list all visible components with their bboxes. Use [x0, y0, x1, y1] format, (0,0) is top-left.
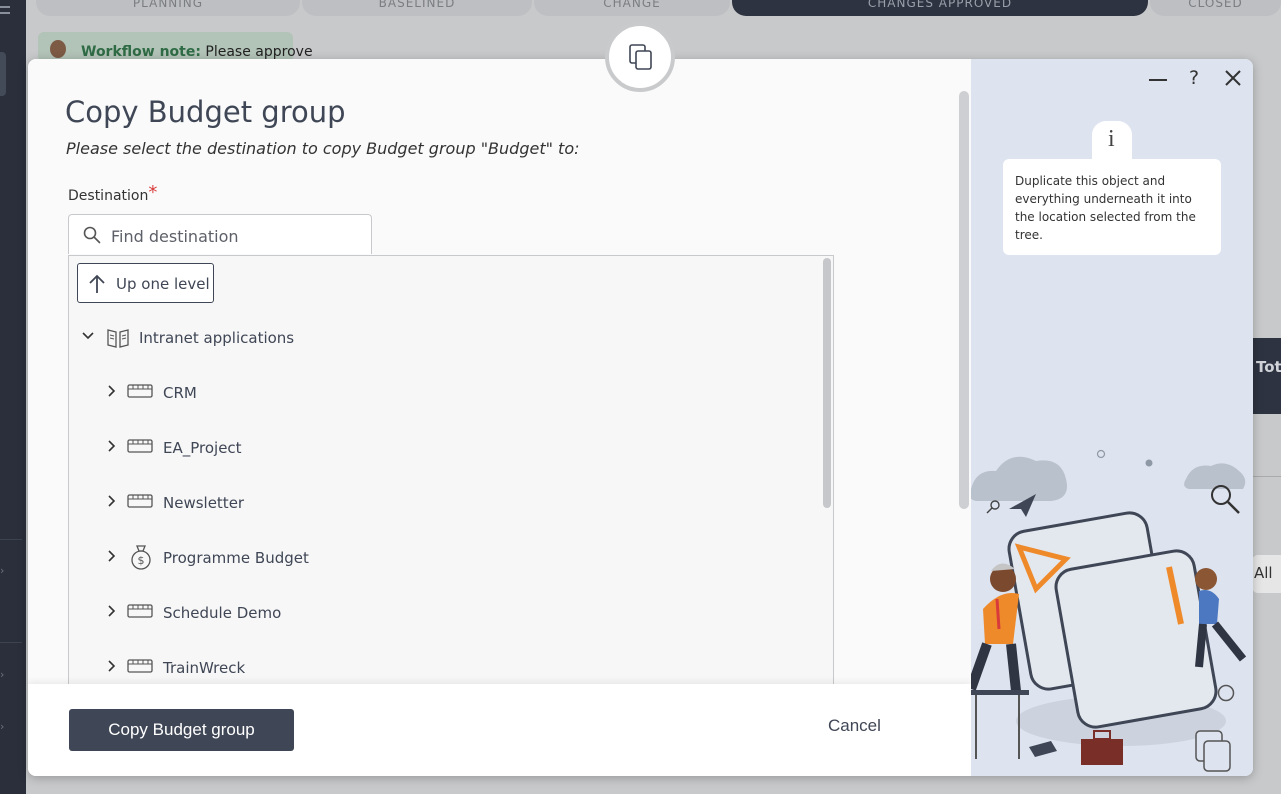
required-marker: *	[148, 182, 158, 203]
tree-scrollbar[interactable]	[823, 258, 831, 508]
dialog-footer: Copy Budget group Cancel	[28, 684, 971, 776]
tree-item-ea-project[interactable]: EA_Project	[105, 434, 505, 462]
workflow-stages: PLANNING BASELINED CHANGE CHANGES APPROV…	[36, 0, 1281, 16]
dialog-scrollbar[interactable]	[959, 91, 969, 509]
minimize-icon[interactable]	[1146, 65, 1170, 89]
stage-change[interactable]: CHANGE	[534, 0, 730, 16]
chevron-right-icon[interactable]	[105, 439, 119, 453]
copy-badge	[605, 22, 675, 92]
app-sidebar: › › ›	[0, 0, 26, 794]
tree-item-programme-budget[interactable]: $ Programme Budget	[105, 544, 505, 572]
sidebar-divider	[0, 642, 22, 643]
info-card: Duplicate this object and everything und…	[1003, 159, 1221, 255]
background-table-header: Tot	[1252, 338, 1281, 414]
search-icon	[83, 226, 101, 244]
chevron-right-icon[interactable]	[105, 384, 119, 398]
chevron-right-icon[interactable]	[105, 659, 119, 673]
help-icon[interactable]: ?	[1182, 65, 1206, 89]
application-icon	[127, 439, 153, 453]
search-input[interactable]	[109, 223, 363, 249]
svg-text:?: ?	[1189, 67, 1199, 89]
chevron-right-icon[interactable]: ›	[0, 721, 10, 732]
tree-item-intranet-applications[interactable]: Intranet applications	[81, 324, 481, 352]
tree-item-trainwreck[interactable]: TrainWreck	[105, 654, 505, 682]
hamburger-icon[interactable]	[0, 6, 10, 14]
tree-item-crm[interactable]: CRM	[105, 379, 505, 407]
money-bag-icon: $	[131, 545, 151, 570]
destination-search	[68, 214, 372, 254]
dialog-content: Copy Budget group Please select the dest…	[28, 59, 971, 776]
cancel-button[interactable]: Cancel	[828, 716, 881, 736]
sidebar-divider	[0, 539, 22, 540]
info-text: Duplicate this object and everything und…	[1015, 174, 1196, 242]
destination-label: Destination*	[68, 182, 158, 204]
copy-illustration	[971, 449, 1247, 772]
sidebar-selected-item[interactable]	[0, 52, 6, 96]
svg-text:$: $	[138, 554, 145, 567]
avatar	[50, 40, 66, 58]
copy-budget-group-button[interactable]: Copy Budget group	[69, 709, 294, 751]
chevron-right-icon[interactable]	[105, 604, 119, 618]
background-divider	[1252, 476, 1281, 477]
background-filter-button[interactable]: All	[1252, 555, 1281, 593]
application-icon	[127, 384, 153, 398]
application-icon	[127, 659, 153, 673]
up-one-level-button[interactable]: Up one level	[77, 263, 214, 303]
tree-item-newsletter[interactable]: Newsletter	[105, 489, 505, 517]
arrow-up-icon	[89, 274, 105, 293]
chevron-right-icon[interactable]	[105, 494, 119, 508]
workflow-note: Workflow note: Please approve	[38, 32, 313, 62]
tree-item-schedule-demo[interactable]: Schedule Demo	[105, 599, 505, 627]
workflow-note-label: Workflow note:	[81, 44, 201, 60]
copy-icon	[629, 44, 652, 70]
dialog-subtitle: Please select the destination to copy Bu…	[66, 139, 580, 158]
copy-dialog: Copy Budget group Please select the dest…	[28, 59, 1253, 776]
application-icon	[127, 494, 153, 508]
help-panel: ? i Duplicate this object and everything…	[971, 59, 1253, 776]
chevron-right-icon[interactable]	[105, 549, 119, 563]
chevron-down-icon[interactable]	[81, 329, 95, 343]
chevron-right-icon[interactable]: ›	[0, 565, 10, 576]
destination-tree: Up one level Intranet applications CRM E…	[68, 255, 834, 725]
workflow-note-text: Please approve	[205, 44, 313, 60]
stage-closed[interactable]: CLOSED	[1150, 0, 1281, 16]
application-icon	[127, 604, 153, 618]
info-icon: i	[1092, 121, 1132, 161]
stage-baselined[interactable]: BASELINED	[302, 0, 532, 16]
stage-changes-approved[interactable]: CHANGES APPROVED	[732, 0, 1148, 16]
close-icon[interactable]	[1221, 65, 1245, 89]
stage-planning[interactable]: PLANNING	[36, 0, 300, 16]
book-icon	[107, 329, 129, 348]
page-title: Copy Budget group	[65, 95, 346, 129]
chevron-right-icon[interactable]: ›	[0, 669, 10, 680]
